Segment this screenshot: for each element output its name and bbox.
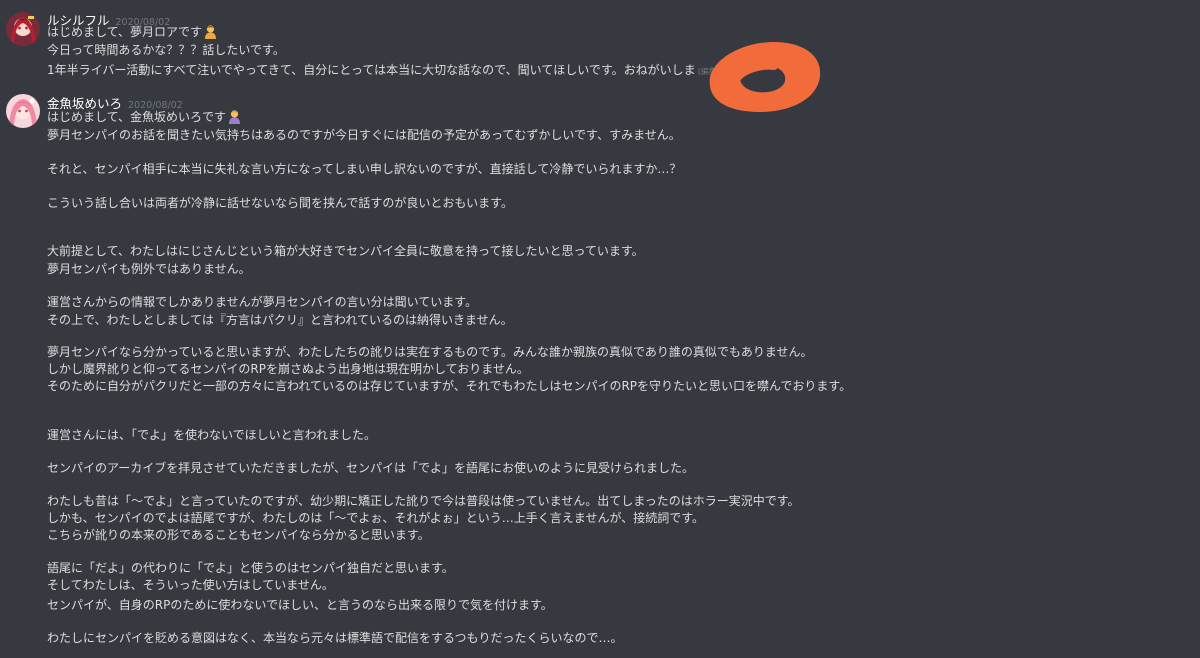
message-text: 夢月センパイのお話を聞きたい気持ちはあるのですが今日すぐには配信の予定があってむ… (47, 128, 681, 142)
message-line: 大前提として、わたしはにじさんじという箱が大好きでセンパイ全員に敬意を持って接し… (47, 242, 644, 260)
message-text: こちらが訛りの本来の形であることもセンパイなら分かると思います。 (47, 528, 430, 542)
message-text: 語尾に「だよ」の代わりに「でよ」と使うのはセンパイ独自だと思います。 (47, 561, 454, 575)
message-line: 運営さんからの情報でしかありませんが夢月センパイの言い分は聞いています。 (47, 293, 477, 311)
message-line: 夢月センパイも例外ではありません。 (47, 260, 251, 278)
message-text: わたしにセンパイを貶める意図はなく、本当なら元々は標準語で配信をするつもりだった… (47, 631, 623, 645)
message-line: わたしにセンパイを貶める意図はなく、本当なら元々は標準語で配信をするつもりだった… (47, 629, 623, 647)
message-line: わたしも昔は「～でよ」と言っていたのですが、幼少期に矯正した訛りで今は普段は使っ… (47, 492, 800, 510)
message-line: はじめまして、金魚坂めいろです (47, 108, 242, 126)
message-text: 運営さんからの情報でしかありませんが夢月センパイの言い分は聞いています。 (47, 295, 478, 309)
message-text: そのために自分がパクリだと一部の方々に言われているのは存じていますが、それでもわ… (47, 379, 852, 393)
message-line: センパイのアーカイブを拝見させていただきましたが、センパイは「でよ」を語尾にお使… (47, 459, 694, 477)
message-text: センパイのアーカイブを拝見させていただきましたが、センパイは「でよ」を語尾にお使… (47, 461, 695, 475)
message-text: その上で、わたしとしましては『方言はパクリ』と言われているのは納得いきません。 (47, 313, 513, 327)
message-text: それと、センパイ相手に本当に失礼な言い方になってしまい申し訳ないのですが、直接話… (47, 162, 682, 176)
message-text: 運営さんには、「でよ」を使わないでほしいと言われました。 (47, 428, 377, 442)
message-text: はじめまして、金魚坂めいろです (47, 110, 227, 124)
message-line: しかも、センパイのでよは語尾ですが、わたしのは「～でよぉ、それがよぉ」という…上… (47, 509, 704, 527)
message-line: そしてわたしは、そういった使い方はしていません。 (47, 576, 334, 594)
message-line: 夢月センパイなら分かっていると思いますが、わたしたちの訛りは実在するものです。み… (47, 343, 813, 361)
message-text: こういう話し合いは両者が冷静に話せないなら間を挟んで話すのが良いとおもいます。 (47, 196, 513, 210)
message-line: しかし魔界訛りと仰ってるセンパイのRPを崩さぬよう出身地は現在明かしておりません… (47, 360, 529, 378)
avatar-icon (6, 94, 40, 128)
message-text: 夢月センパイも例外ではありません。 (47, 262, 251, 276)
message-line: 運営さんには、「でよ」を使わないでほしいと言われました。 (47, 426, 376, 444)
message-line: そのために自分がパクリだと一部の方々に言われているのは存じていますが、それでもわ… (47, 377, 851, 395)
message-text: しかも、センパイのでよは語尾ですが、わたしのは「～でよぉ、それがよぉ」という…上… (47, 511, 705, 525)
message-line: それと、センパイ相手に本当に失礼な言い方になってしまい申し訳ないのですが、直接話… (47, 160, 681, 178)
message-line: その上で、わたしとしましては『方言はパクリ』と言われているのは納得いきません。 (47, 311, 513, 329)
message-group-2: 金魚坂めいろ 2020/08/02 はじめまして、金魚坂めいろです 夢月センパイの… (0, 0, 1200, 658)
message-text: わたしも昔は「～でよ」と言っていたのですが、幼少期に矯正した訛りで今は普段は使っ… (47, 494, 800, 508)
message-line: こちらが訛りの本来の形であることもセンパイなら分かると思います。 (47, 526, 430, 544)
message-text: 夢月センパイなら分かっていると思いますが、わたしたちの訛りは実在するものです。み… (47, 345, 813, 359)
message-text: しかし魔界訛りと仰ってるセンパイのRPを崩さぬよう出身地は現在明かしておりません… (47, 362, 529, 376)
message-line: 夢月センパイのお話を聞きたい気持ちはあるのですが今日すぐには配信の予定があってむ… (47, 126, 681, 144)
message-text: 大前提として、わたしはにじさんじという箱が大好きでセンパイ全員に敬意を持って接し… (47, 244, 644, 258)
message-text: センパイが、自身のRPのために使わないでほしい、と言うのなら出来る限りで気を付け… (47, 598, 553, 612)
avatar[interactable] (6, 94, 40, 128)
message-line: センパイが、自身のRPのために使わないでほしい、と言うのなら出来る限りで気を付け… (47, 596, 553, 614)
message-text: そしてわたしは、そういった使い方はしていません。 (47, 578, 334, 592)
bowing-person-emoji-icon (227, 109, 242, 124)
message-line: 語尾に「だよ」の代わりに「でよ」と使うのはセンパイ独自だと思います。 (47, 559, 454, 577)
message-line: こういう話し合いは両者が冷静に話せないなら間を挟んで話すのが良いとおもいます。 (47, 194, 513, 212)
